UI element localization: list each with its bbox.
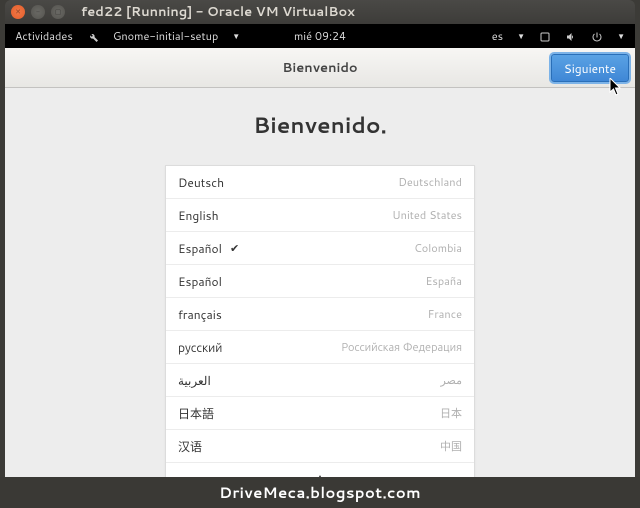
watermark-footer: DriveMeca.blogspot.com (0, 477, 640, 508)
language-name: العربية (178, 372, 211, 389)
app-indicator[interactable]: Gnome-initial-setup (113, 28, 218, 44)
language-country: مصر (440, 372, 462, 388)
language-name: Español (178, 273, 222, 290)
volume-icon[interactable] (565, 28, 577, 44)
next-button[interactable]: Siguiente (551, 54, 629, 82)
welcome-heading: Bienvenido. (5, 110, 635, 141)
language-row[interactable]: français France (166, 298, 474, 331)
language-country: Российская Федерация (342, 339, 462, 355)
language-name: 汉语 (178, 438, 202, 455)
window-minimize-button[interactable]: − (31, 5, 45, 19)
language-row-selected[interactable]: Español ✔ Colombia (166, 232, 474, 265)
language-country: Deutschland (398, 174, 462, 190)
language-row[interactable]: English United States (166, 199, 474, 232)
app-indicator-arrow-icon: ▼ (232, 30, 240, 42)
language-country: Colombia (414, 240, 462, 256)
language-country: United States (392, 207, 462, 223)
window-close-button[interactable]: ✕ (11, 5, 25, 19)
language-name: Español ✔ (178, 240, 239, 257)
more-languages-button[interactable] (166, 463, 474, 477)
accessibility-icon[interactable] (539, 28, 551, 44)
language-name: français (178, 306, 222, 323)
window-title: fed22 [Running] - Oracle VM VirtualBox (81, 3, 355, 21)
next-button-label: Siguiente (564, 60, 616, 77)
language-row[interactable]: العربية مصر (166, 364, 474, 397)
language-name: 日本語 (178, 405, 214, 422)
language-name: English (178, 207, 219, 224)
window-maximize-button[interactable]: ▢ (51, 5, 65, 19)
watermark-text: DriveMeca.blogspot.com (219, 482, 421, 503)
language-country: España (426, 273, 462, 289)
app-header-title: Bienvenido (282, 59, 357, 77)
gnome-top-bar: Actividades Gnome-initial-setup ▼ mié 09… (5, 24, 635, 48)
language-country: 中国 (440, 438, 462, 454)
content-area: Bienvenido. Deutsch Deutschland English … (5, 88, 635, 477)
language-name: русский (178, 339, 222, 356)
check-icon: ✔ (230, 240, 239, 256)
language-country: 日本 (440, 405, 462, 421)
language-row[interactable]: 日本語 日本 (166, 397, 474, 430)
language-row[interactable]: 汉语 中国 (166, 430, 474, 463)
keyboard-layout-arrow-icon: ▼ (517, 30, 525, 42)
language-country: France (428, 306, 462, 322)
host-window-titlebar: ✕ − ▢ fed22 [Running] - Oracle VM Virtua… (5, 0, 635, 24)
system-menu-arrow-icon: ▼ (617, 30, 625, 42)
more-icon (314, 469, 326, 478)
language-row[interactable]: русский Российская Федерация (166, 331, 474, 364)
app-header-bar: Bienvenido Siguiente (5, 48, 635, 88)
wrench-icon (87, 28, 99, 44)
power-icon[interactable] (591, 28, 603, 44)
language-list: Deutsch Deutschland English United State… (165, 165, 475, 477)
language-name: Deutsch (178, 174, 224, 191)
language-row[interactable]: Deutsch Deutschland (166, 166, 474, 199)
language-row[interactable]: Español España (166, 265, 474, 298)
activities-button[interactable]: Actividades (15, 28, 73, 44)
keyboard-layout-indicator[interactable]: es (492, 28, 503, 44)
